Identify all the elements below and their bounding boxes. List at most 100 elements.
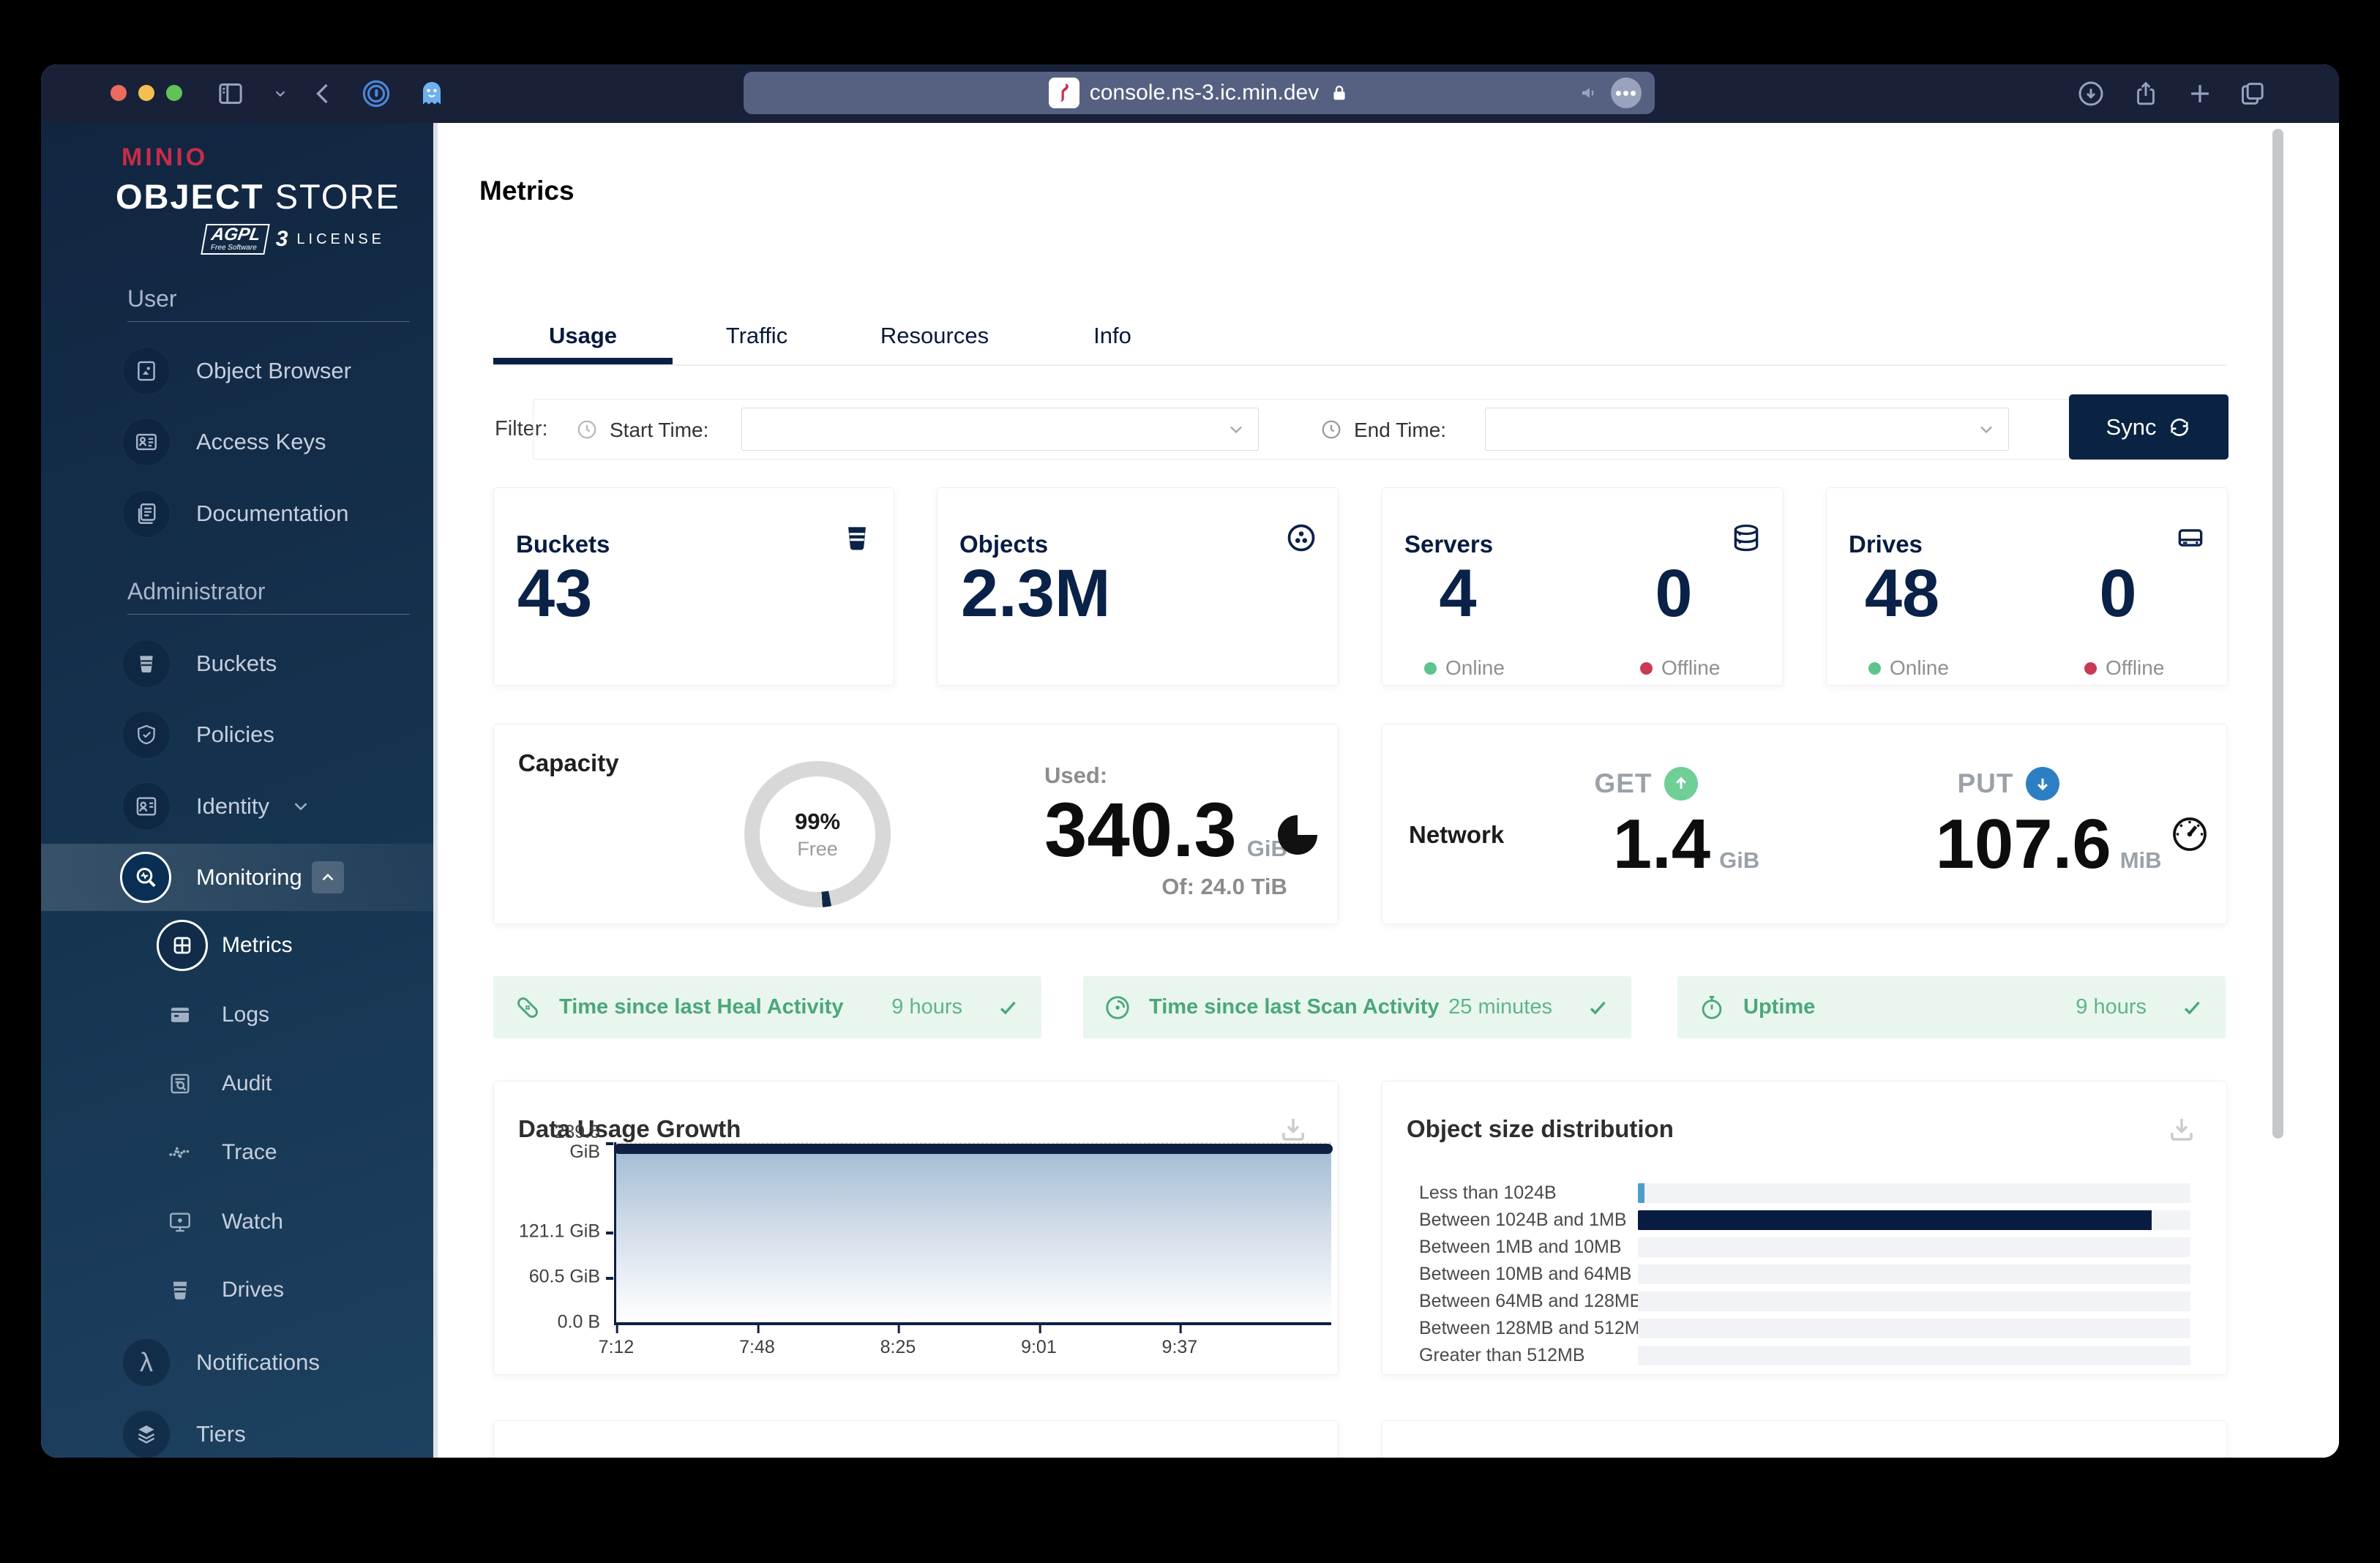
share-button[interactable] [2130,78,2161,109]
start-time-select[interactable] [741,408,1259,451]
monitoring-collapse-chevron-up-icon[interactable] [312,861,344,893]
lock-icon [1329,83,1350,103]
url-bar[interactable]: console.ns-3.ic.min.dev ••• [744,72,1655,114]
sidebar-item-trace[interactable]: Trace [41,1129,438,1176]
drives-icon [167,1277,193,1303]
policies-icon [122,711,171,759]
clock-icon [1320,419,1342,441]
lambda-icon: λ [122,1338,171,1387]
ghostery-extension-icon[interactable] [416,78,447,109]
offline-dot [1640,661,1653,675]
network-get-group: GET 1.4 GiB [1565,767,1807,881]
sidebar-chevron-down-icon[interactable] [265,78,296,109]
capacity-card: Capacity 99% Free Used: 340.3 GiB Of: 24… [493,724,1339,924]
sidebar: MINIO OBJECT STORE AGPL Free Software 3 L… [41,123,438,1458]
sidebar-item-tiers[interactable]: Tiers [41,1410,438,1458]
sidebar-item-logs[interactable]: Logs [41,992,438,1038]
get-label: GET [1594,768,1653,798]
sidebar-item-policies[interactable]: Policies [41,711,438,759]
clock-icon [576,419,598,441]
sidebar-item-drives[interactable]: Drives [41,1267,438,1313]
tab-resources[interactable]: Resources [841,313,1028,364]
drives-card-title: Drives [1849,531,1923,558]
usage-line [614,1144,1333,1155]
servers-icon [1730,522,1762,554]
sidebar-item-notifications[interactable]: λ Notifications [41,1338,438,1387]
filter-bar: Start Time: End Time: [533,399,2163,460]
heal-activity-bar: Time since last Heal Activity 9 hours [493,976,1041,1038]
bar-track [1638,1237,2190,1257]
bar-track [1638,1264,2190,1284]
tiers-icon [122,1410,171,1458]
servers-offline-count: 0 [1655,556,1693,631]
tab-traffic[interactable]: Traffic [673,313,841,364]
page-settings-icon[interactable]: ••• [1611,78,1642,108]
back-button[interactable] [308,78,339,109]
distribution-row: Between 64MB and 128MB [1419,1291,2190,1311]
site-favicon [1048,78,1079,108]
online-dot [1868,661,1881,675]
minio-logo: MINIO OBJECT STORE AGPL Free Software 3 L… [116,143,399,255]
close-window-button[interactable] [111,85,127,101]
end-time-select[interactable] [1485,408,2009,451]
object-browser-icon [122,347,171,395]
objects-card-title: Objects [959,531,1049,558]
zoom-window-button[interactable] [166,85,182,101]
usage-area-chart: 239.5 GiB 121.1 GiB 60.5 GiB 0.0 B 7:12 … [519,1122,1333,1357]
sidebar-item-audit[interactable]: Audit [41,1060,438,1107]
online-dot [1424,661,1437,675]
capacity-total: Of: 24.0 TiB [1161,874,1287,899]
used-label: Used: [1044,762,1108,788]
y-axis-tick-label: 121.1 GiB [518,1221,600,1242]
buckets-card: Buckets 43 [493,487,894,686]
bar-fill [1638,1210,2152,1230]
download-chart-icon[interactable] [2166,1114,2197,1144]
watch-icon [167,1209,193,1235]
chevron-down-icon [1230,426,1242,434]
download-chart-icon[interactable] [1278,1114,1309,1144]
sidebar-item-buckets[interactable]: Buckets [41,640,438,688]
sidebar-item-object-browser[interactable]: Object Browser [41,347,438,395]
minimize-window-button[interactable] [138,85,154,101]
heal-activity-label: Time since last Heal Activity [559,995,844,1019]
trace-icon [167,1139,193,1166]
sync-button[interactable]: Sync [2069,394,2229,460]
downloads-button[interactable] [2076,78,2106,109]
bar-track [1638,1183,2190,1203]
identity-icon [122,782,171,831]
scan-radar-icon [1106,995,1129,1019]
documentation-icon [122,490,171,538]
uptime-value: 9 hours [2076,995,2147,1019]
distribution-row: Greater than 512MB [1419,1345,2190,1365]
mute-audio-icon[interactable] [1579,82,1601,104]
sidebar-item-metrics[interactable]: Metrics [41,920,438,971]
network-card: Network GET 1.4 GiB PUT 107.6 MiB [1382,724,2227,924]
page-scrollbar-thumb[interactable] [2272,129,2283,1139]
sidebar-toggle-icon[interactable] [215,78,246,109]
sidebar-item-identity[interactable]: Identity [41,782,438,831]
new-tab-button[interactable] [2185,78,2215,109]
sidebar-item-access-keys[interactable]: Access Keys [41,418,438,466]
objects-icon [1285,522,1317,554]
onepassword-extension-icon[interactable] [361,78,392,109]
buckets-icon [122,640,171,688]
sidebar-item-watch[interactable]: Watch [41,1199,438,1245]
scan-activity-value: 25 minutes [1448,995,1552,1019]
buckets-card-title: Buckets [516,531,610,558]
tab-usage[interactable]: Usage [493,313,673,364]
get-value: 1.4 [1612,805,1711,883]
sidebar-item-monitoring[interactable]: Monitoring [41,844,438,911]
chevron-down-icon [1980,426,1992,434]
distribution-row: Between 128MB and 512MB [1419,1318,2190,1338]
put-unit: MiB [2119,847,2162,873]
sidebar-item-documentation[interactable]: Documentation [41,490,438,538]
uptime-label: Uptime [1743,995,1816,1019]
distribution-row: Less than 1024B [1419,1182,2190,1203]
tab-overview-button[interactable] [2237,78,2267,109]
drives-online-count: 48 [1864,556,1940,631]
tab-info[interactable]: Info [1028,313,1197,364]
area-fill [616,1149,1331,1322]
x-axis-tick-label: 8:25 [880,1324,916,1357]
used-value: 340.3 [1044,787,1237,873]
section-label-administrator: Administrator [127,578,266,604]
